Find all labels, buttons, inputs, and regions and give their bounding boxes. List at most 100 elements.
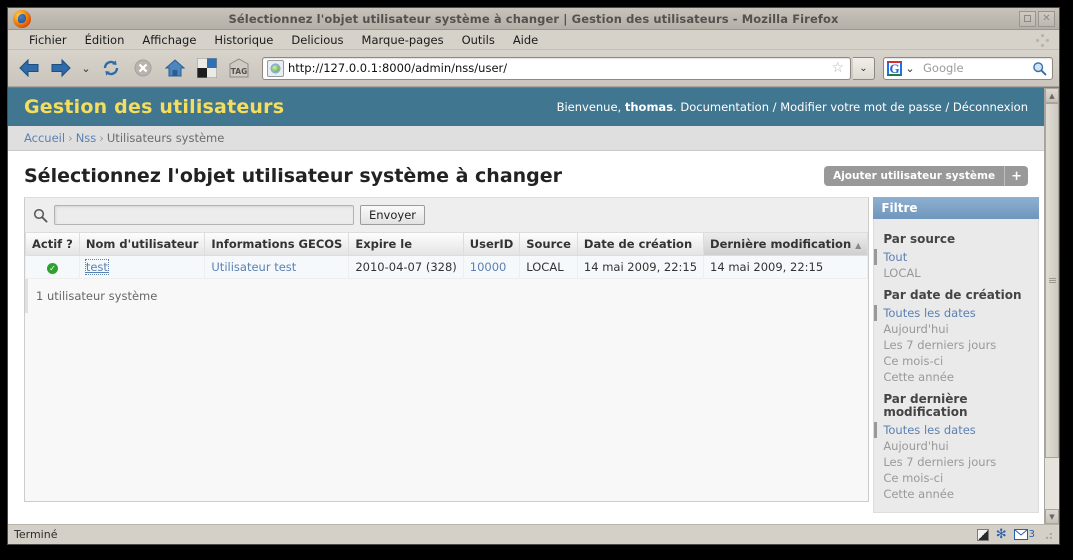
plus-icon[interactable]: + [1004,166,1028,186]
home-icon [164,59,186,77]
search-placeholder: Google [923,61,964,75]
mail-count: 3 [1028,529,1035,540]
menu-affichage[interactable]: Affichage [133,30,205,50]
cell-expire: 2010-04-07 (328) [348,255,464,279]
filter-list-creation: Toutes les dates Aujourd'hui Les 7 derni… [874,304,1038,385]
add-user-button[interactable]: Ajouter utilisateur système + [824,166,1028,186]
filter-option-modification-today[interactable]: Aujourd'hui [874,438,1038,454]
delicious-bookmarks-button[interactable] [192,53,222,83]
menu-fichier[interactable]: Fichier [20,30,76,50]
cell-source: LOCAL [519,255,578,279]
breadcrumb-sep-2: › [99,131,104,145]
search-go-icon[interactable] [1032,61,1047,76]
cell-gecos: Utilisateur test [204,255,350,279]
filter-group-title-modification: Par dernière modification [883,391,968,420]
status-text: Terminé [14,528,58,541]
col-modified-label: Dernière modification [710,237,852,251]
page-favicon-icon [267,59,284,77]
home-button[interactable] [160,53,190,83]
url-bar[interactable]: http://127.0.0.1:8000/admin/nss/user/ ☆ [262,56,851,80]
menu-historique[interactable]: Historique [205,30,282,50]
col-expire[interactable]: Expire le [348,233,464,256]
filter-option-creation-all[interactable]: Toutes les dates [874,304,1038,321]
admin-header: Gestion des utilisateurs Bienvenue, thom… [8,88,1044,126]
history-dropdown-button[interactable]: ⌄ [78,62,94,75]
menu-delicious[interactable]: Delicious [282,30,352,50]
search-engine-chevron-icon[interactable]: ⌄ [902,62,918,75]
firefox-logo-icon [13,9,31,28]
search-submit-button[interactable]: Envoyer [360,205,426,225]
col-modified[interactable]: Dernière modification ▲ [703,233,869,256]
admin-page: Gestion des utilisateurs Bienvenue, thom… [8,88,1044,524]
close-button[interactable]: ✕ [1038,10,1055,27]
scroll-thumb[interactable] [1045,103,1059,458]
delicious-tag-button[interactable]: TAG [224,53,254,83]
filter-option-creation-7days[interactable]: Les 7 derniers jours [874,337,1038,353]
google-logo-icon[interactable]: G [887,60,902,76]
resize-grip-icon[interactable] [1042,529,1053,540]
scroll-up-button[interactable]: ▲ [1045,88,1059,103]
mail-notification[interactable]: 3 [1013,529,1035,540]
search-input[interactable] [54,205,354,225]
filter-option-source-tout-link[interactable]: Tout [883,250,907,264]
delicious-icon [197,58,217,78]
bookmark-star-icon[interactable]: ☆ [827,60,848,76]
page-title: Sélectionnez l'objet utilisateur système… [24,165,563,187]
filter-option-source-local[interactable]: LOCAL [874,265,1038,281]
col-username[interactable]: Nom d'utilisateur [78,233,206,256]
snowflake-icon[interactable]: ✻ [996,528,1007,541]
user-tools: Bienvenue, thomas. Documentation / Modif… [557,100,1028,114]
page-scrollbar[interactable]: ▲ ▼ [1044,88,1059,524]
menu-outils[interactable]: Outils [453,30,504,50]
filter-list-source: Tout LOCAL [874,248,1038,281]
reload-button[interactable] [96,53,126,83]
forward-arrow-icon [51,58,71,78]
table-row: ✓ test Utilisateur test 2010-04-07 (328) [25,255,869,279]
forward-button[interactable] [46,53,76,83]
reload-icon [103,60,119,76]
search-bar[interactable]: G ⌄ Google [883,56,1053,80]
row-username-link[interactable]: test [84,259,109,275]
breadcrumb-nss[interactable]: Nss [76,131,97,145]
stop-button[interactable] [128,53,158,83]
col-gecos[interactable]: Informations GECOS [204,233,350,256]
row-gecos-link[interactable]: Utilisateur test [211,260,296,274]
filter-option-modification-all-link[interactable]: Toutes les dates [883,423,975,437]
delicious-status-icon[interactable] [976,528,989,541]
url-dropdown-button[interactable]: ⌄ [853,56,875,80]
user-links[interactable]: . Documentation / Modifier votre mot de … [673,100,1028,114]
sort-asc-icon: ▲ [855,241,862,250]
filter-option-modification-all[interactable]: Toutes les dates [874,422,1038,439]
filter-body: Par source Tout LOCAL Par date de créati… [873,219,1040,514]
scroll-down-button[interactable]: ▼ [1045,509,1059,524]
filter-option-creation-month[interactable]: Ce mois-ci [874,353,1038,369]
col-created[interactable]: Date de création [576,233,705,256]
col-userid[interactable]: UserID [462,233,521,256]
filter-option-modification-year[interactable]: Cette année [874,486,1038,502]
results-table: Actif ? Nom d'utilisateur Informations G… [25,233,869,279]
menu-edition[interactable]: Édition [76,30,134,50]
admin-content: Sélectionnez l'objet utilisateur système… [8,151,1044,514]
breadcrumb-current: Utilisateurs système [106,131,225,145]
filter-option-creation-all-link[interactable]: Toutes les dates [883,306,975,320]
filter-option-modification-month[interactable]: Ce mois-ci [874,470,1038,486]
breadcrumb-accueil[interactable]: Accueil [24,131,65,145]
menu-bar: Fichier Édition Affichage Historique Del… [8,30,1059,50]
back-arrow-icon [19,58,39,78]
browser-window: Sélectionnez l'objet utilisateur système… [7,7,1060,545]
scroll-track[interactable] [1045,103,1059,509]
filter-option-modification-7days[interactable]: Les 7 derniers jours [874,454,1038,470]
menu-marque-pages[interactable]: Marque-pages [353,30,453,50]
filter-option-source-tout[interactable]: Tout [874,248,1038,265]
row-userid-link[interactable]: 10000 [470,260,507,274]
back-button[interactable] [14,53,44,83]
filter-option-creation-today[interactable]: Aujourd'hui [874,321,1038,337]
filter-option-creation-year[interactable]: Cette année [874,369,1038,385]
add-user-label[interactable]: Ajouter utilisateur système [824,166,1005,186]
menu-aide[interactable]: Aide [504,30,547,50]
col-actif[interactable]: Actif ? [25,233,80,256]
cell-actif: ✓ [25,255,80,279]
col-source[interactable]: Source [519,233,578,256]
maximize-button[interactable] [1019,10,1036,27]
url-text: http://127.0.0.1:8000/admin/nss/user/ [288,61,508,75]
